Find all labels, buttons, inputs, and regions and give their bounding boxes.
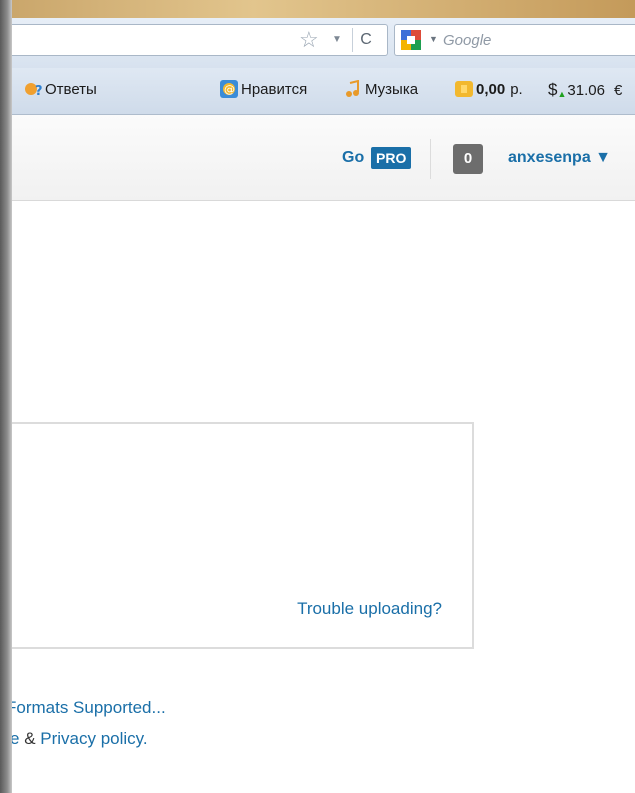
balance-value: 0,00 (476, 80, 506, 98)
search-box[interactable]: ▼ Google (394, 24, 635, 56)
svg-text:?: ? (35, 84, 42, 98)
dollar-rate-value: 31.06 (567, 81, 605, 99)
bookmark-dollar-rate[interactable]: $ ▲ 31.06 € (548, 80, 622, 100)
pro-badge[interactable]: PRO (371, 147, 412, 169)
google-icon[interactable] (401, 30, 421, 50)
go-pro-label[interactable]: Go (342, 149, 364, 167)
bookmark-answers[interactable]: ? Ответы (24, 80, 97, 98)
upload-area[interactable]: Trouble uploading? (0, 422, 474, 649)
mail-at-icon: @ (220, 80, 238, 98)
window-title-strip (0, 0, 635, 18)
search-placeholder: Google (443, 32, 492, 49)
answers-icon: ? (25, 83, 42, 98)
dollar-sign: $ (548, 80, 558, 99)
bookmark-balance[interactable]: 0,00 р. (455, 80, 523, 98)
terms-line: e & Privacy policy. (10, 729, 148, 749)
music-note-icon (346, 80, 359, 97)
privacy-policy-link[interactable]: Privacy policy. (40, 729, 147, 748)
trouble-uploading-link[interactable]: Trouble uploading? (297, 599, 442, 619)
svg-text:@: @ (224, 83, 235, 96)
header-divider (430, 139, 431, 179)
bookmark-star-icon[interactable]: ☆ (299, 29, 319, 51)
address-bar[interactable]: ☆ ▼ C (12, 24, 388, 56)
history-dropdown-icon[interactable]: ▼ (332, 34, 342, 45)
wallet-icon (455, 81, 473, 97)
bookmark-likes[interactable]: @ Нравится (220, 80, 307, 98)
bookmark-music-label: Музыка (365, 80, 419, 98)
bookmark-music[interactable]: Музыка (344, 80, 418, 98)
window-edge-shadow (0, 0, 12, 793)
navigation-toolbar: ☆ ▼ C ▼ Google (12, 18, 635, 69)
user-menu[interactable]: anxesenpa ▼ (508, 149, 611, 167)
site-header: Go PRO 0 anxesenpa ▼ (12, 115, 635, 201)
balance-unit: р. (510, 80, 523, 98)
bookmark-likes-label: Нравится (241, 80, 308, 98)
formats-supported-link[interactable]: Formats Supported... (6, 698, 166, 718)
bookmark-answers-label: Ответы (45, 80, 97, 98)
euro-sign: € (613, 81, 623, 99)
trend-up-icon: ▲ (557, 89, 567, 99)
notifications-badge[interactable]: 0 (453, 144, 483, 174)
reload-icon[interactable]: C (352, 28, 379, 52)
terms-ampersand: & (19, 729, 41, 748)
search-engine-dropdown-icon[interactable]: ▼ (429, 34, 438, 44)
bookmarks-toolbar: о ? Ответы @ Нравится Музыка 0,00 р. $ (4, 68, 635, 115)
